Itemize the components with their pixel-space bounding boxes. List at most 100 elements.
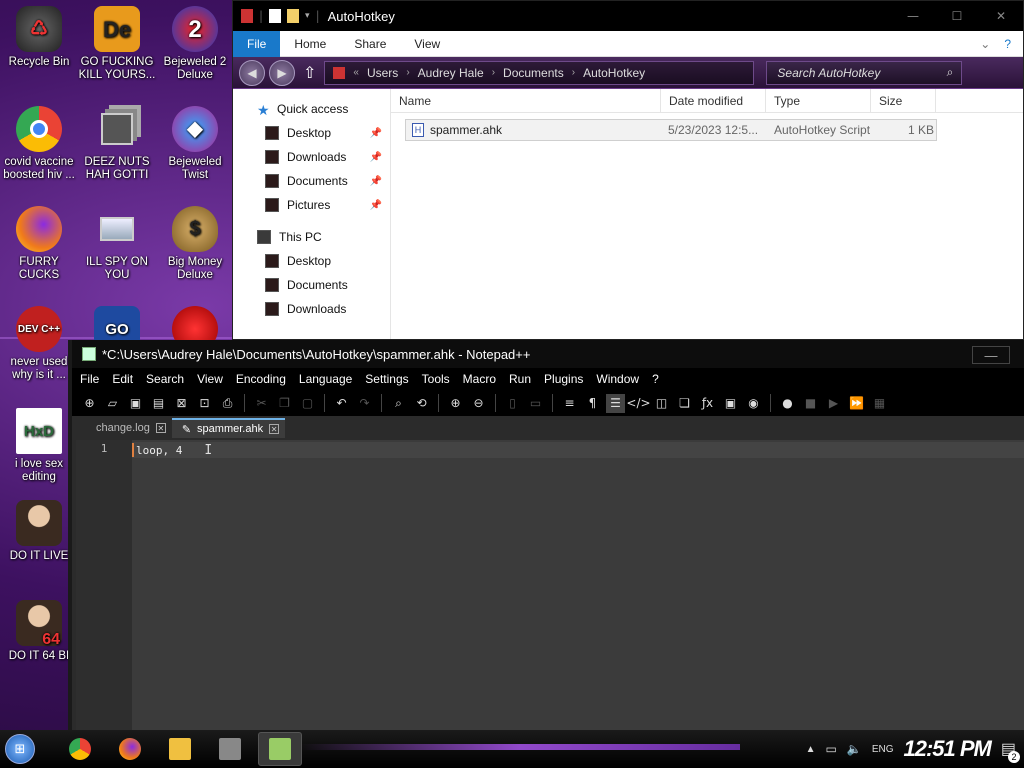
desktop-icon-bejeweled2[interactable]: 2 Bejeweled 2 Deluxe [156, 6, 234, 82]
folder-workspace-icon[interactable]: ▣ [721, 394, 740, 413]
copy-icon[interactable]: ❐ [275, 394, 294, 413]
back-button[interactable]: ◀ [239, 59, 265, 86]
menu-language[interactable]: Language [299, 372, 352, 386]
menu-edit[interactable]: Edit [112, 372, 133, 386]
word-wrap-icon[interactable]: ≡ [560, 394, 579, 413]
show-hidden-icons-icon[interactable]: ▲ [806, 744, 816, 755]
close-button[interactable]: ✕ [979, 1, 1023, 31]
xml-tag-icon[interactable]: </> [626, 394, 650, 413]
nav-item-pc-documents[interactable]: Documents [233, 273, 390, 297]
breadcrumb-item[interactable]: Audrey Hale [418, 66, 484, 80]
menu-search[interactable]: Search [146, 372, 184, 386]
tab-change-log[interactable]: change.log ✕ [86, 418, 172, 438]
indent-guide-icon[interactable]: ☰ [606, 393, 625, 413]
zoom-in-icon[interactable]: ⊕ [446, 394, 465, 413]
column-header-type[interactable]: Type [766, 88, 871, 113]
close-tab-icon[interactable]: ✕ [269, 424, 280, 434]
notepadpp-titlebar[interactable]: *C:\Users\Audrey Hale\Documents\AutoHotk… [72, 340, 1024, 368]
nav-quick-access[interactable]: ★ Quick access [233, 97, 390, 121]
taskbar-chrome[interactable] [58, 732, 102, 766]
close-tab-icon[interactable]: ✕ [155, 423, 166, 433]
current-line[interactable]: loop, 4 I [132, 442, 1024, 458]
menu-view[interactable]: View [197, 372, 223, 386]
ribbon-tab-share[interactable]: Share [340, 31, 400, 57]
menu-run[interactable]: Run [509, 372, 531, 386]
nav-item-pc-desktop[interactable]: Desktop [233, 249, 390, 273]
ribbon-tab-home[interactable]: Home [280, 31, 340, 57]
start-button[interactable]: ⊞ [0, 730, 40, 768]
taskbar-app[interactable] [208, 732, 252, 766]
tab-spammer-ahk[interactable]: ✎ spammer.ahk ✕ [171, 418, 286, 438]
taskbar-file-explorer[interactable] [158, 732, 202, 766]
desktop-icon-de-app[interactable]: De GO FUCKING KILL YOURS... [78, 6, 156, 82]
new-file-icon[interactable]: ⊕ [80, 394, 99, 413]
desktop-icon-firefox[interactable]: FURRY CUCKS [0, 206, 78, 282]
find-icon[interactable]: ⌕ [389, 394, 408, 413]
expand-ribbon-chevron-icon[interactable]: ⌄ [980, 37, 990, 51]
save-icon[interactable]: ▣ [126, 394, 145, 413]
cut-icon[interactable]: ✂ [252, 394, 271, 413]
ribbon-tab-file[interactable]: File [233, 30, 281, 57]
editor-area[interactable]: 1 loop, 4 I [76, 440, 1024, 730]
record-macro-icon[interactable]: ● [778, 394, 797, 413]
column-header-size[interactable]: Size [871, 88, 936, 113]
menu-plugins[interactable]: Plugins [544, 372, 583, 386]
ribbon-tab-view[interactable]: View [400, 31, 454, 57]
save-macro-icon[interactable]: ▦ [870, 394, 889, 413]
menu-settings[interactable]: Settings [365, 372, 408, 386]
menu-encoding[interactable]: Encoding [236, 372, 286, 386]
desktop-icon-big-money[interactable]: $ Big Money Deluxe [156, 206, 234, 282]
column-header-name[interactable]: Name [391, 88, 661, 113]
desktop-icon-recycle-bin[interactable]: ♺ Recycle Bin [0, 6, 78, 69]
replace-icon[interactable]: ⟲ [412, 394, 431, 413]
nav-item-desktop[interactable]: Desktop 📌 [233, 121, 390, 145]
breadcrumb-overflow-icon[interactable]: « [353, 67, 359, 78]
breadcrumb-item[interactable]: AutoHotkey [583, 66, 645, 80]
maximize-button[interactable]: ☐ [935, 1, 979, 31]
open-file-icon[interactable]: ▱ [103, 394, 122, 413]
table-row[interactable]: H spammer.ahk 5/23/2023 12:5... AutoHotk… [405, 119, 937, 141]
clock[interactable]: 12:51 PM [903, 736, 991, 762]
show-all-chars-icon[interactable]: ¶ [583, 394, 602, 413]
taskbar-firefox[interactable] [108, 732, 152, 766]
code-area[interactable]: loop, 4 I [132, 440, 1024, 730]
menu-file[interactable]: File [80, 372, 99, 386]
volume-icon[interactable]: 🔈 [847, 742, 862, 756]
print-icon[interactable]: ⎙ [218, 394, 237, 413]
search-input[interactable]: Search AutoHotkey ⌕ [766, 60, 963, 85]
up-arrow-icon[interactable]: ⇧ [303, 63, 316, 82]
taskbar-notepadpp[interactable] [258, 732, 302, 766]
menu-help[interactable]: ? [652, 372, 659, 386]
desktop-icon-do-it-64[interactable]: 64 DO IT 64 BI [0, 600, 78, 663]
menu-macro[interactable]: Macro [463, 372, 496, 386]
sync-horizontal-icon[interactable]: ▭ [526, 394, 545, 413]
paste-icon[interactable]: ▢ [298, 394, 317, 413]
close-file-icon[interactable]: ⊠ [172, 394, 191, 413]
document-map-icon[interactable]: ◫ [652, 394, 671, 413]
minimize-button[interactable]: — [891, 1, 935, 31]
nav-item-pc-downloads[interactable]: Downloads [233, 297, 390, 321]
desktop-icon-devcpp[interactable]: DEV C++ never used why is it ... [0, 306, 78, 382]
nav-item-pictures[interactable]: Pictures 📌 [233, 193, 390, 217]
notification-icon[interactable]: ▤ 2 [1001, 739, 1020, 763]
breadcrumb-item[interactable]: Documents [503, 66, 564, 80]
breadcrumb-item[interactable]: Users [367, 66, 398, 80]
explorer-titlebar[interactable]: | ▾ | AutoHotkey — ☐ ✕ [233, 1, 1023, 31]
menu-window[interactable]: Window [596, 372, 639, 386]
nav-this-pc[interactable]: This PC [233, 225, 390, 249]
desktop-icon-windows-stack[interactable]: DEEZ NUTS HAH GOTTI [78, 106, 156, 182]
run-macro-multiple-icon[interactable]: ⏩ [847, 394, 866, 413]
desktop-icon-chrome[interactable]: covid vaccine boosted hiv ... [0, 106, 78, 182]
breadcrumb[interactable]: « Users › Audrey Hale › Documents › Auto… [324, 60, 755, 85]
save-all-icon[interactable]: ▤ [149, 394, 168, 413]
stop-macro-icon[interactable]: ■ [801, 394, 820, 413]
close-all-icon[interactable]: ⊡ [195, 394, 214, 413]
properties-icon[interactable] [269, 9, 282, 23]
column-header-date[interactable]: Date modified [661, 88, 766, 113]
menu-tools[interactable]: Tools [422, 372, 450, 386]
forward-button[interactable]: ▶ [269, 59, 295, 86]
help-icon[interactable]: ? [1004, 37, 1011, 51]
zoom-out-icon[interactable]: ⊖ [469, 394, 488, 413]
nav-item-documents[interactable]: Documents 📌 [233, 169, 390, 193]
redo-icon[interactable]: ↷ [355, 394, 374, 413]
